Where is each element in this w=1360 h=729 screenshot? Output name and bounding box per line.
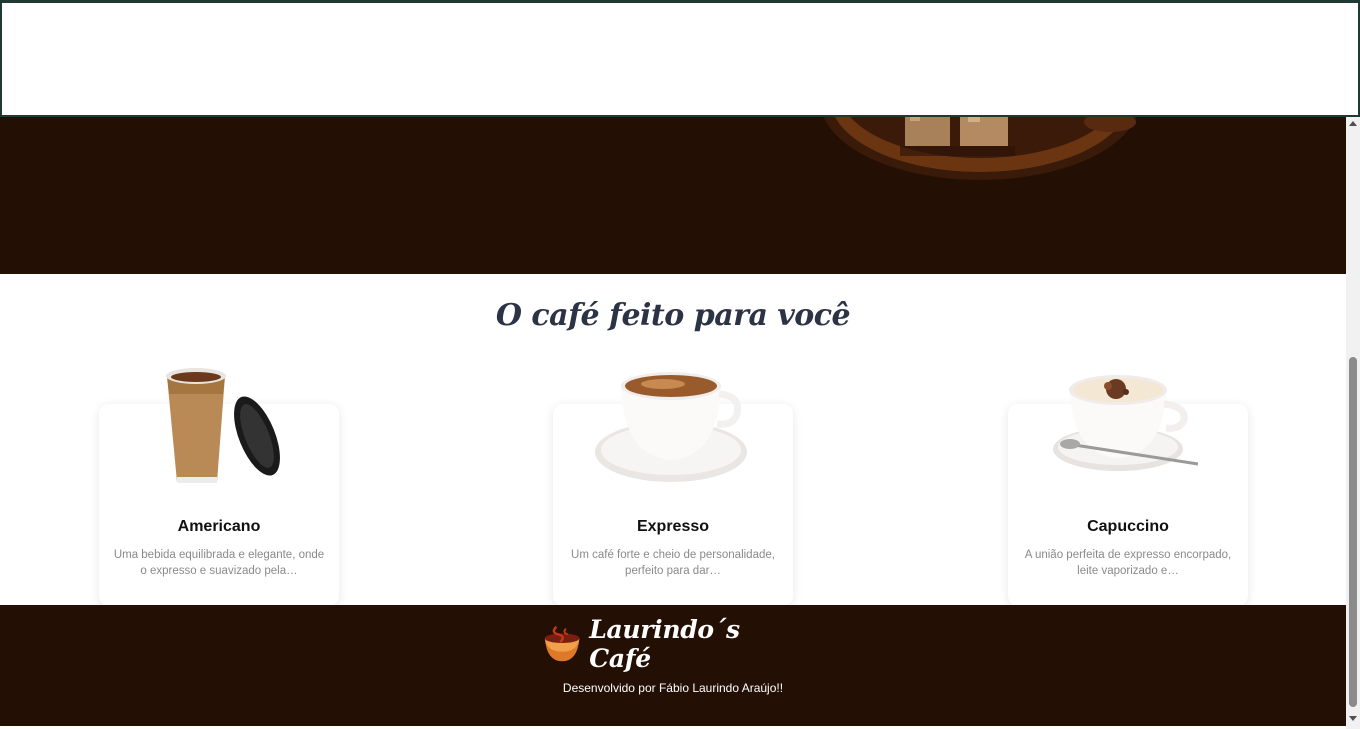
scroll-down-arrow-icon[interactable]	[1349, 716, 1357, 721]
page-scrollbar[interactable]	[1346, 117, 1360, 729]
footer-logo[interactable]: Laurindo´s Café	[541, 615, 801, 673]
product-name: Americano	[177, 518, 261, 535]
scrollbar-thumb[interactable]	[1349, 357, 1357, 707]
paper-cup-icon	[166, 368, 280, 483]
espresso-cup-icon	[595, 372, 747, 482]
coffee-cup-logo-icon	[544, 625, 580, 662]
product-card-expresso[interactable]: Expresso Um café forte e cheio de person…	[553, 372, 793, 606]
cappuccino-cup-icon	[1053, 375, 1199, 471]
product-name: Expresso	[636, 518, 710, 535]
footer: Laurindo´s Café Desenvolvido por Fábio L…	[0, 605, 1346, 726]
scroll-up-arrow-icon[interactable]	[1349, 121, 1357, 126]
footer-brand-name: Laurindo´s Café	[589, 615, 740, 673]
product-card-americano[interactable]: Americano Uma bebida equilibrada e elega…	[99, 368, 339, 606]
site-header	[0, 0, 1360, 117]
products-title: O café feito para você	[495, 298, 851, 333]
product-name: Capuccino	[1087, 518, 1169, 535]
product-card-capuccino[interactable]: Capuccino A união perfeita de expresso e…	[1008, 375, 1248, 606]
product-description: Um café forte e cheio de personalidade, …	[571, 549, 775, 577]
product-description: Uma bebida equilibrada e elegante, onde …	[113, 549, 325, 577]
footer-credit: Desenvolvido por Fábio Laurindo Araújo!!	[562, 681, 784, 695]
product-description: A união perfeita de expresso encorpado, …	[1024, 549, 1232, 577]
